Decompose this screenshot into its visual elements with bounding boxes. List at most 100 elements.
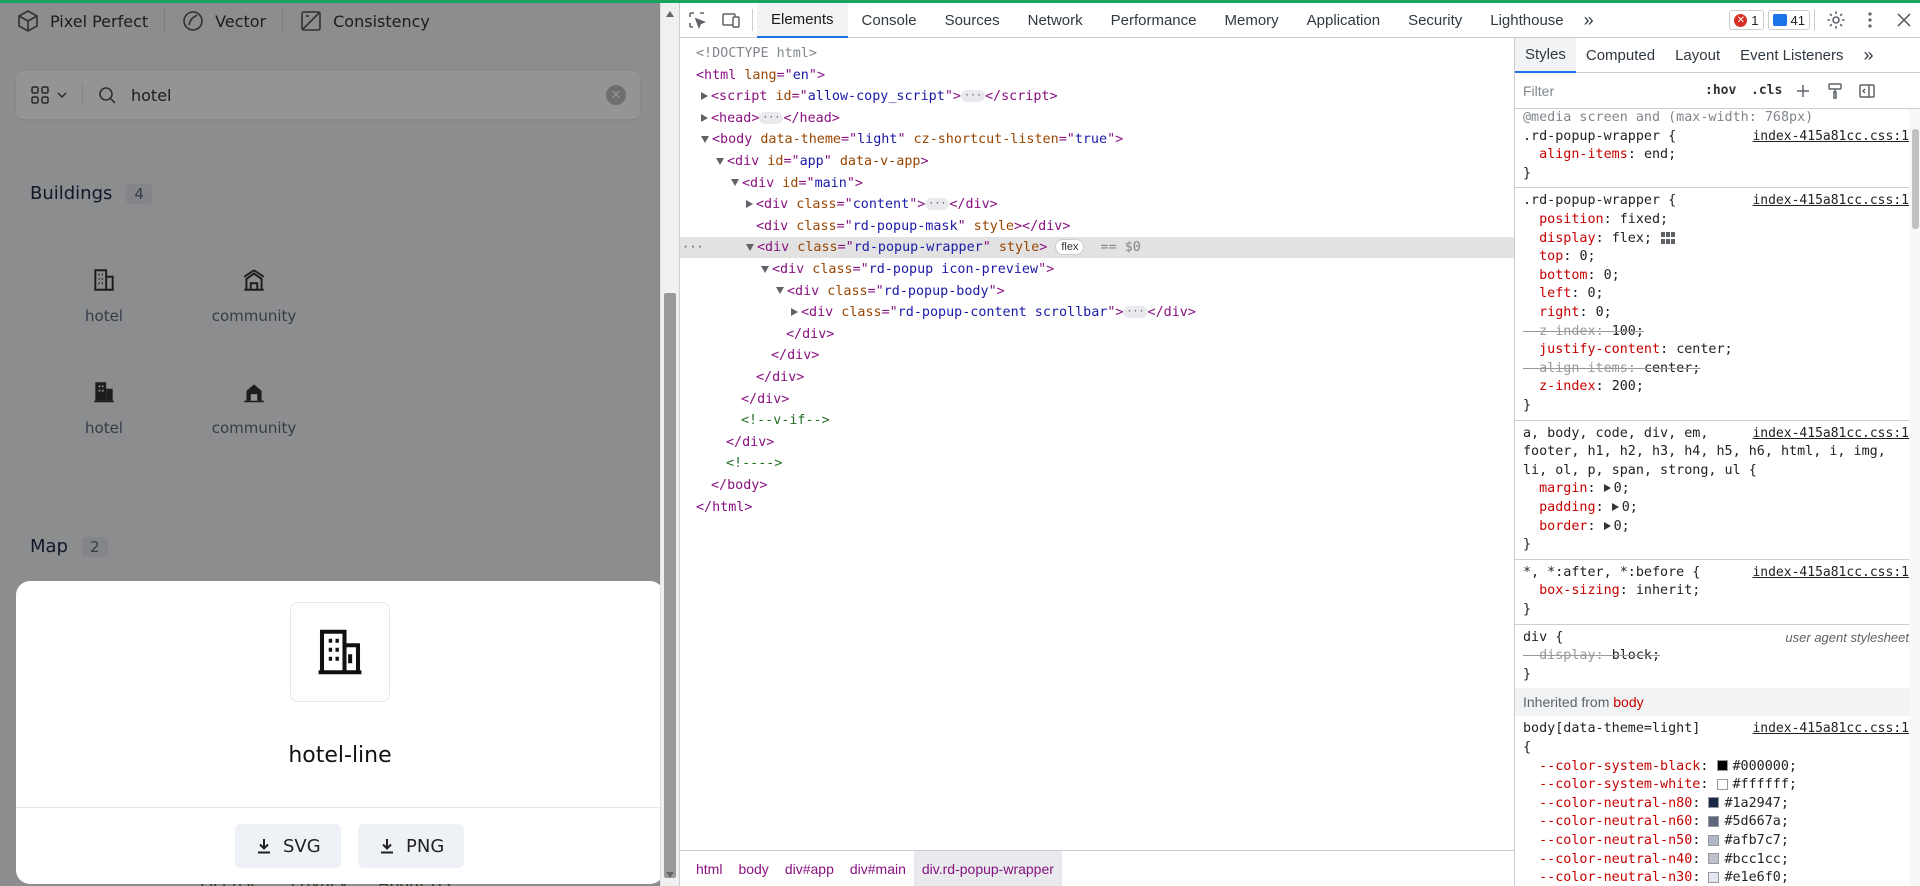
collapsed-ellipsis[interactable]: ···: [1123, 306, 1148, 319]
collapsed-triangle-icon[interactable]: [701, 92, 708, 101]
collapsed-triangle-icon[interactable]: [701, 113, 708, 122]
css-line[interactable]: .rd-popup-wrapper {index-415a81cc.css:1: [1523, 128, 1909, 146]
dom-node[interactable]: <div class="rd-popup icon-preview">: [680, 259, 1514, 280]
dom-node[interactable]: </body>: [680, 475, 1514, 496]
devtools-tab-application[interactable]: Application: [1293, 3, 1394, 38]
css-line[interactable]: top: 0;: [1523, 248, 1909, 266]
paint-brush-icon[interactable]: [1826, 82, 1844, 100]
stylesheet-link[interactable]: index-415a81cc.css:1: [1752, 425, 1909, 443]
collapsed-ellipsis[interactable]: ···: [925, 198, 950, 211]
message-count-badge[interactable]: 41: [1767, 10, 1810, 30]
breadcrumb-item[interactable]: div#app: [777, 851, 842, 886]
dom-node[interactable]: </div>: [680, 389, 1514, 410]
devtools-tab-memory[interactable]: Memory: [1211, 3, 1293, 38]
css-line[interactable]: @media screen and (max-width: 768px): [1523, 109, 1909, 127]
dom-node[interactable]: <!---->: [680, 453, 1514, 474]
dom-node[interactable]: <div id="main">: [680, 173, 1514, 194]
expand-triangle-icon[interactable]: [1611, 503, 1619, 511]
css-line[interactable]: bottom: 0;: [1523, 267, 1909, 285]
expand-triangle-icon[interactable]: [1603, 521, 1611, 530]
stylesheet-link[interactable]: index-415a81cc.css:1: [1752, 192, 1909, 210]
dom-node[interactable]: <div class="rd-popup-mask" style></div>: [680, 216, 1514, 237]
close-devtools-button[interactable]: [1887, 3, 1920, 37]
css-line[interactable]: }: [1523, 536, 1909, 554]
elements-dom-tree[interactable]: <!DOCTYPE html> <html lang="en"> <script i…: [680, 38, 1514, 850]
dom-node[interactable]: </div>: [680, 324, 1514, 345]
css-line[interactable]: margin: 0;: [1523, 480, 1909, 498]
styles-scrollbar[interactable]: [1909, 109, 1920, 886]
error-count-badge[interactable]: ✕ 1: [1729, 10, 1764, 30]
expanded-triangle-icon[interactable]: [701, 135, 709, 143]
css-rules-list[interactable]: @media screen and (max-width: 768px) .rd-…: [1515, 109, 1909, 886]
css-line[interactable]: li, ol, p, span, strong, ul {: [1523, 462, 1909, 480]
expand-triangle-icon[interactable]: [1603, 484, 1611, 493]
devtools-tab-network[interactable]: Network: [1014, 3, 1097, 38]
dom-node[interactable]: <!DOCTYPE html>: [680, 43, 1514, 64]
dom-node[interactable]: </html>: [680, 497, 1514, 518]
breadcrumb-item[interactable]: div.rd-popup-wrapper: [913, 850, 1062, 886]
css-line[interactable]: body[data-theme=light] index-415a81cc.css…: [1523, 720, 1909, 738]
expanded-triangle-icon[interactable]: [746, 243, 754, 251]
dom-node[interactable]: </div>: [680, 345, 1514, 366]
tab-layout[interactable]: Layout: [1665, 38, 1730, 73]
scrollbar-thumb[interactable]: [1912, 129, 1919, 229]
download-png-button[interactable]: PNG: [358, 824, 465, 868]
collapsed-triangle-icon[interactable]: [791, 308, 798, 317]
devtools-tab-sources[interactable]: Sources: [931, 3, 1014, 38]
customize-menu-button[interactable]: [1853, 3, 1887, 37]
css-line[interactable]: --color-system-white: #ffffff;: [1523, 776, 1909, 794]
css-line[interactable]: border: 0;: [1523, 518, 1909, 536]
css-line[interactable]: --color-system-black: #000000;: [1523, 758, 1909, 776]
dom-node[interactable]: <div class="rd-popup-body">: [680, 281, 1514, 302]
expanded-triangle-icon[interactable]: [716, 157, 724, 165]
css-line[interactable]: *, *:after, *:before {index-415a81cc.css…: [1523, 564, 1909, 582]
css-line[interactable]: position: fixed;: [1523, 211, 1909, 229]
color-swatch[interactable]: [1708, 834, 1720, 846]
devtools-tab-elements[interactable]: Elements: [757, 2, 848, 38]
dom-node[interactable]: <head> ··· </head>: [680, 108, 1514, 129]
css-line[interactable]: --color-neutral-n80: #1a2947;: [1523, 795, 1909, 813]
css-line[interactable]: box-sizing: inherit;: [1523, 582, 1909, 600]
device-toolbar-button[interactable]: [714, 3, 748, 37]
devtools-tab-performance[interactable]: Performance: [1097, 3, 1211, 38]
stylesheet-link[interactable]: index-415a81cc.css:1: [1752, 564, 1909, 582]
collapsed-ellipsis[interactable]: ···: [960, 90, 985, 103]
dom-node[interactable]: <div class="rd-popup-content scrollbar">…: [680, 302, 1514, 323]
tab-styles[interactable]: Styles: [1515, 38, 1576, 73]
dom-node[interactable]: <!--v-if-->: [680, 410, 1514, 431]
more-tabs-button[interactable]: »: [1578, 3, 1600, 38]
plus-icon[interactable]: [1794, 82, 1812, 100]
color-swatch[interactable]: [1716, 778, 1728, 790]
color-swatch[interactable]: [1716, 760, 1728, 772]
scroll-up-arrow[interactable]: [666, 11, 674, 17]
download-svg-button[interactable]: SVG: [235, 824, 341, 868]
css-line[interactable]: {: [1523, 739, 1909, 757]
class-toggle[interactable]: .cls: [1751, 83, 1782, 98]
css-line[interactable]: }: [1523, 165, 1909, 183]
collapsed-triangle-icon[interactable]: [746, 200, 753, 209]
tab-event-listeners[interactable]: Event Listeners: [1730, 38, 1853, 73]
settings-button[interactable]: [1819, 3, 1853, 37]
dom-node[interactable]: </div>: [680, 367, 1514, 388]
flex-badge[interactable]: flex: [1055, 239, 1085, 256]
color-swatch[interactable]: [1708, 797, 1720, 809]
color-swatch[interactable]: [1708, 815, 1720, 827]
flexbox-editor-icon[interactable]: [1660, 231, 1676, 245]
dom-node[interactable]: <div class="content"> ··· </div>: [680, 194, 1514, 215]
toggle-sidebar-icon[interactable]: [1858, 82, 1876, 100]
css-line[interactable]: left: 0;: [1523, 285, 1909, 303]
css-line[interactable]: display: block;: [1523, 647, 1909, 665]
tab-computed[interactable]: Computed: [1576, 38, 1665, 73]
css-line[interactable]: align-items: center;: [1523, 360, 1909, 378]
dom-node[interactable]: <div id="app" data-v-app>: [680, 151, 1514, 172]
stylesheet-link[interactable]: index-415a81cc.css:1: [1752, 720, 1909, 738]
color-swatch[interactable]: [1708, 853, 1720, 865]
breadcrumb-item[interactable]: html: [688, 851, 730, 886]
css-line[interactable]: --color-neutral-n60: #5d667a;: [1523, 813, 1909, 831]
css-line[interactable]: div {user agent stylesheet: [1523, 629, 1909, 647]
css-line[interactable]: --color-neutral-n30: #e1e6f0;: [1523, 869, 1909, 886]
stylesheet-link[interactable]: index-415a81cc.css:1: [1752, 128, 1909, 146]
css-line[interactable]: z-index: 100;: [1523, 323, 1909, 341]
collapsed-ellipsis[interactable]: ···: [759, 111, 784, 124]
css-line[interactable]: --color-neutral-n50: #afb7c7;: [1523, 832, 1909, 850]
